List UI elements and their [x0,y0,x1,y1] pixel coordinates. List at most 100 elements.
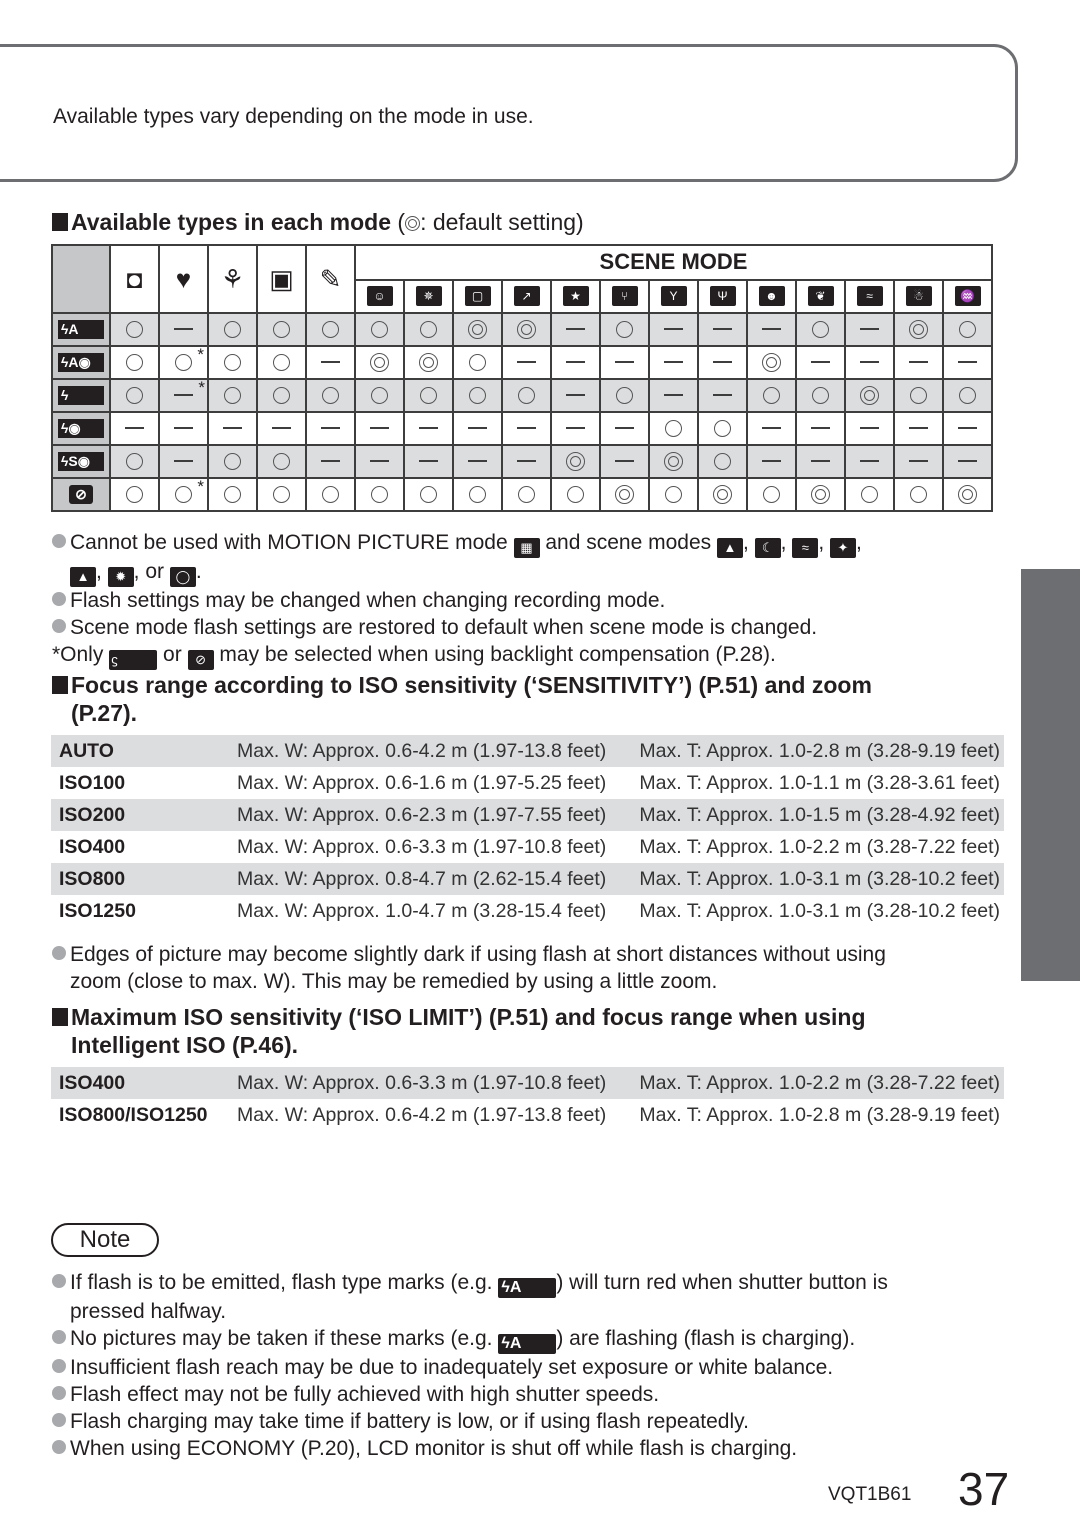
unavailable-dash-icon [566,427,585,430]
flash-auto-icon: ϟA [58,320,104,339]
availability-cell [207,378,258,413]
max-wide-range: Max. W: Approx. 0.8-4.7 m (2.62-15.4 fee… [237,863,625,895]
availability-cell [697,444,748,479]
flash-forced-red-eye-icon: ϟ◉ [58,419,104,438]
notes-edges: Edges of picture may become slightly dar… [52,941,886,995]
availability-cell [648,477,699,512]
available-circle-icon [763,485,780,503]
default-double-circle-icon [909,320,928,339]
unavailable-dash-icon [860,361,879,364]
availability-cell [550,312,601,347]
unavailable-dash-icon [223,427,242,430]
default-double-circle-icon [811,485,830,504]
max-tele-range: Max. T: Approx. 1.0-1.5 m (3.28-4.92 fee… [625,799,1004,831]
available-circle-icon [322,485,339,503]
bullet-icon [52,619,66,633]
availability-cell [599,378,650,413]
availability-cell [844,477,895,512]
availability-cell [942,345,993,380]
intro-box: Available types vary depending on the mo… [0,44,1018,182]
available-circle-icon [371,320,388,338]
fireworks-icon: ✹ [107,567,134,587]
max-wide-range: Max. W: Approx. 1.0-4.7 m (3.28-15.4 fee… [237,899,607,922]
default-double-circle-icon [370,353,389,372]
unavailable-dash-icon [664,394,683,397]
max-tele-range: Max. T: Approx. 1.0-2.8 m (3.28-9.19 fee… [639,1103,1000,1126]
row-header: ϟ [51,378,111,413]
unavailable-dash-icon [370,460,389,463]
availability-cell [648,378,699,413]
available-circle-icon [567,485,584,503]
flash-auto-icon: ϟA [498,1278,557,1298]
row-header: ϟA [51,312,111,347]
asterisk: * [197,344,204,364]
availability-cell [256,411,307,446]
available-circle-icon [616,386,633,404]
availability-cell [305,345,356,380]
availability-cell [599,345,650,380]
availability-cell: * [158,477,209,512]
table-corner [51,244,111,314]
available-circle-icon [224,485,241,503]
available-circle-icon [469,386,486,404]
available-circle-icon [469,353,486,371]
unavailable-dash-icon [615,361,634,364]
availability-cell [256,444,307,479]
available-circle-icon [224,320,241,338]
motion-picture-icon: ▦ [513,538,540,558]
aerial-photo-icon: ◯ [169,567,196,587]
unavailable-dash-icon [125,427,144,430]
iso-setting: ISO800 [51,863,237,895]
high-sensitivity-icon: ▲ [70,567,96,587]
scene-mode-header: SCENE MODE [354,244,993,281]
availability-cell [354,345,405,380]
square-bullet-icon [52,1008,68,1026]
scene-column-header: ↗ [501,278,552,314]
table-row-flash-forced-red-eye: ϟ◉ [51,411,993,446]
unavailable-dash-icon [615,460,634,463]
availability-cell [305,477,356,512]
bullet-icon [52,1440,66,1454]
availability-cell [697,477,748,512]
table-row: ISO800 Max. W: Approx. 0.8-4.7 m (2.62-15… [51,863,1004,895]
party-icon: Y [660,286,687,307]
scene-column-header: ▢ [452,278,503,314]
available-circle-icon [665,485,682,503]
table-row: ISO400 Max. W: Approx. 0.6-3.3 m (1.97-10… [51,831,1004,863]
max-tele-range: Max. T: Approx. 1.0-2.2 m (3.28-7.22 fee… [639,835,1000,858]
availability-cell [207,411,258,446]
availability-cell [550,444,601,479]
available-circle-icon [126,452,143,470]
availability-cell [648,444,699,479]
portrait-icon: ☺ [366,286,393,307]
availability-cell [501,444,552,479]
scene-column-header: ★ [550,278,601,314]
bullet-icon [52,946,66,960]
asterisk: * [198,377,205,397]
availability-cell [648,312,699,347]
available-circle-icon [420,485,437,503]
clipboard-icon: ✎ [319,264,342,294]
availability-cell [256,312,307,347]
scene-column-header: ≈ [844,278,895,314]
available-circle-icon [910,386,927,404]
mode-column-header: ▣ [256,244,307,314]
unavailable-dash-icon [517,361,536,364]
availability-cell [599,444,650,479]
snow-icon: ☃ [905,286,932,307]
max-wide-range: Max. W: Approx. 0.6-2.3 m (1.97-7.55 fee… [237,799,625,831]
availability-cell [844,411,895,446]
unavailable-dash-icon [419,427,438,430]
table-row: ISO400 Max. W: Approx. 0.6-3.3 m (1.97-10… [51,1067,1004,1099]
available-circle-icon [714,419,731,437]
availability-cell [452,411,503,446]
food-icon: ⑂ [611,286,638,307]
table-row-flash-auto: ϟA [51,312,993,347]
availability-cell [109,477,160,512]
availability-cell [109,411,160,446]
available-circle-icon [224,353,241,371]
availability-cell [795,378,846,413]
availability-cell [844,345,895,380]
flash-types-table: ◘ ♥ ⚘ ▣ ✎ SCENE MODE ☺ ✵ ▢ ↗ ★ ⑂ Y Ψ ☻ ❦ ≈ ☃ ♒ ϟA ϟA◉ * ϟ * ϟ◉… [51,244,993,512]
availability-cell [305,444,356,479]
